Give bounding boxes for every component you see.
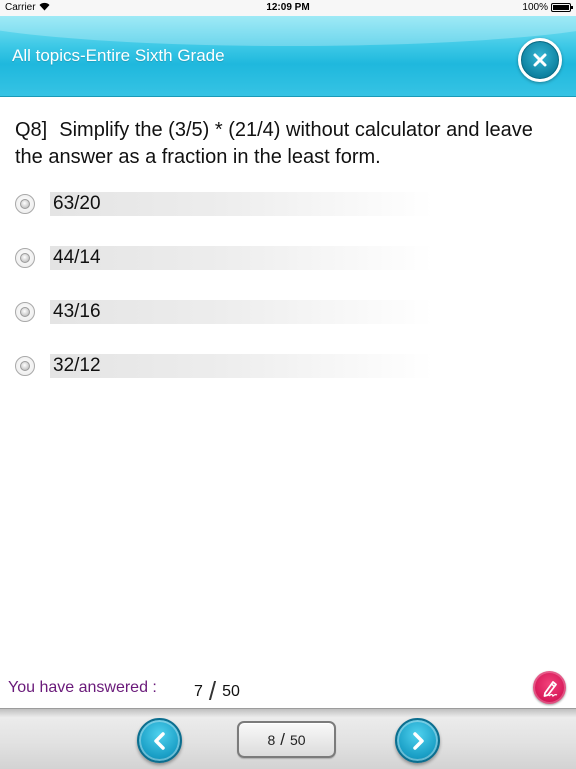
battery-icon	[551, 3, 573, 12]
battery-info: 100%	[522, 2, 573, 13]
page-separator: /	[280, 729, 285, 749]
option-3[interactable]: 43/16	[15, 299, 435, 325]
answered-total: 50	[222, 682, 240, 700]
radio-dot-icon	[20, 253, 30, 263]
status-time: 12:09 PM	[266, 2, 310, 13]
option-label[interactable]: 44/14	[50, 246, 433, 270]
radio-button[interactable]	[15, 302, 35, 322]
close-button[interactable]	[518, 38, 562, 82]
option-label[interactable]: 43/16	[50, 300, 433, 324]
question-body: Simplify the (3/5) * (21/4) without calc…	[15, 119, 533, 168]
chevron-right-icon	[412, 731, 424, 750]
chevron-left-icon	[153, 731, 165, 750]
scratchpad-button[interactable]	[533, 671, 566, 704]
option-label[interactable]: 32/12	[50, 354, 433, 378]
answered-separator: /	[208, 676, 217, 706]
page-indicator: 8 / 50	[237, 721, 336, 758]
battery-percent: 100%	[522, 2, 548, 13]
question-number: Q8]	[15, 119, 48, 141]
answered-label: You have answered :	[8, 679, 157, 696]
radio-button[interactable]	[15, 356, 35, 376]
close-icon	[533, 53, 547, 67]
radio-button[interactable]	[15, 194, 35, 214]
bottom-toolbar: 8 / 50	[0, 708, 576, 769]
option-4[interactable]: 32/12	[15, 353, 435, 379]
current-page: 8	[267, 731, 276, 748]
radio-dot-icon	[20, 199, 30, 209]
previous-button[interactable]	[137, 718, 182, 763]
option-label[interactable]: 63/20	[50, 192, 433, 216]
radio-dot-icon	[20, 307, 30, 317]
page-title: All topics-Entire Sixth Grade	[12, 46, 225, 65]
answered-value: 7	[194, 682, 203, 700]
status-bar: Carrier 12:09 PM 100%	[0, 0, 576, 16]
next-button[interactable]	[395, 718, 440, 763]
pen-icon	[543, 680, 557, 697]
header-bar: All topics-Entire Sixth Grade	[0, 16, 576, 97]
radio-button[interactable]	[15, 248, 35, 268]
answered-count: 7 / 50	[194, 676, 240, 707]
option-1[interactable]: 63/20	[15, 191, 435, 217]
question-text: Q8] Simplify the (3/5) * (21/4) without c…	[15, 117, 565, 171]
radio-dot-icon	[20, 361, 30, 371]
option-2[interactable]: 44/14	[15, 245, 435, 271]
total-pages: 50	[289, 731, 306, 748]
